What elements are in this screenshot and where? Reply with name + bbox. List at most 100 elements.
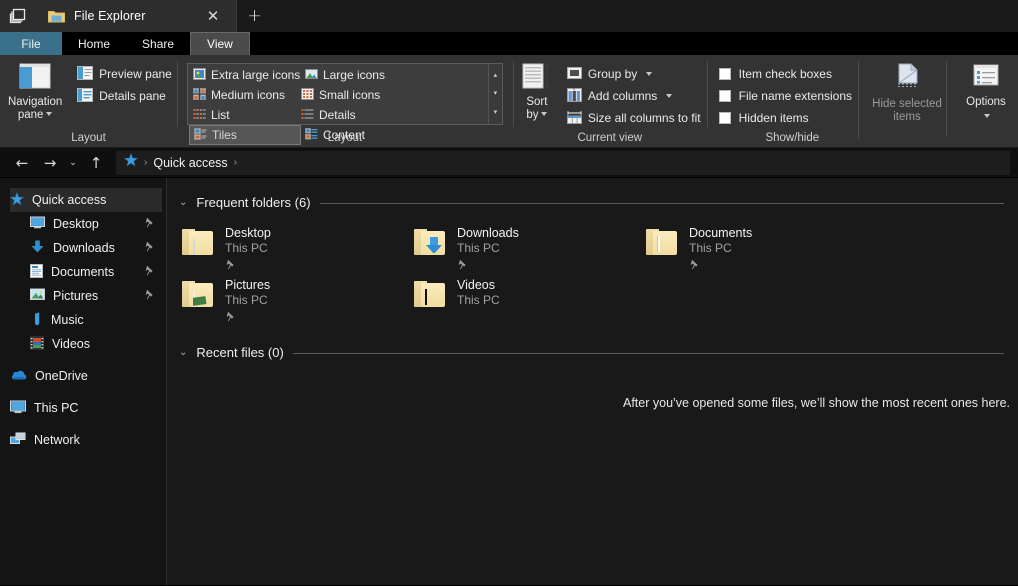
group-header-recent-files[interactable]: ⌄ Recent files (0) [167, 324, 1018, 360]
new-tab-button[interactable]: + [236, 0, 272, 32]
sidebar-item-downloads[interactable]: Downloads [10, 236, 162, 260]
sidebar-item-music[interactable]: Music [10, 308, 162, 332]
tabs-icon [9, 8, 26, 24]
tile-name: Documents [689, 226, 753, 240]
group-header-frequent-folders[interactable]: ⌄ Frequent folders (6) [167, 178, 1018, 212]
pin-icon[interactable] [689, 257, 752, 275]
small-icons-icon [300, 87, 314, 103]
back-button[interactable]: ← [8, 150, 36, 176]
tile-downloads[interactable]: Downloads This PC [407, 220, 639, 272]
add-columns-icon [566, 87, 582, 105]
pin-icon[interactable] [225, 309, 270, 327]
title-bar: File Explorer ✕ + [0, 0, 1018, 32]
details-pane-button[interactable]: Details pane [71, 85, 178, 107]
sidebar-item-label: This PC [34, 401, 79, 415]
file-list-pane[interactable]: ⌄ Frequent folders (6) Desktop This PC D… [167, 178, 1018, 585]
up-button[interactable]: ↑ [82, 150, 110, 176]
size-all-columns-button[interactable]: Size all columns to fit [561, 107, 707, 129]
sidebar-item-desktop[interactable]: Desktop [10, 212, 162, 236]
add-columns-button[interactable]: Add columns [561, 85, 707, 107]
sidebar-item-onedrive[interactable]: OneDrive [10, 364, 162, 388]
address-bar[interactable]: › Quick access › [116, 150, 1010, 175]
chevron-down-icon[interactable] [984, 113, 991, 118]
add-columns-label: Add columns [587, 89, 658, 103]
chevron-down-icon[interactable] [666, 94, 673, 98]
layout-medium-icons[interactable]: Medium icons [189, 85, 297, 105]
tile-pictures[interactable]: Pictures This PC [175, 272, 407, 324]
chevron-down-icon[interactable] [46, 111, 53, 116]
item-check-boxes-option[interactable]: Item check boxes [713, 63, 858, 85]
file-name-extensions-option[interactable]: File name extensions [713, 85, 858, 107]
tile-subtitle: This PC [457, 293, 500, 307]
sidebar-item-documents[interactable]: Documents [10, 260, 162, 284]
tab-view[interactable]: View [190, 32, 250, 55]
group-label-show-hide: Show/hide [765, 132, 820, 144]
gallery-more-icon[interactable]: ▾ [494, 109, 498, 116]
documents-icon [30, 263, 43, 281]
group-by-button[interactable]: Group by [561, 63, 707, 85]
checkbox-icon[interactable] [718, 68, 731, 80]
sidebar-item-this-pc[interactable]: This PC [10, 396, 162, 420]
sidebar-item-quick-access[interactable]: Quick access [9, 188, 162, 212]
layout-small-icons[interactable]: Small icons [297, 85, 409, 105]
recent-files-empty-message: After you’ve opened some files, we’ll sh… [623, 396, 1011, 410]
quick-access-star-icon [123, 152, 139, 172]
recent-locations-button[interactable]: ⌄ [64, 150, 82, 176]
close-icon[interactable]: ✕ [200, 3, 226, 29]
hidden-items-option[interactable]: Hidden items [713, 107, 858, 129]
pin-icon[interactable] [144, 241, 154, 255]
tile-desktop[interactable]: Desktop This PC [175, 220, 407, 272]
layout-list[interactable]: List [189, 105, 297, 125]
forward-button[interactable]: → [36, 150, 64, 176]
tab-file[interactable]: File [0, 32, 62, 55]
tile-name: Pictures [225, 278, 271, 292]
tile-subtitle: This PC [457, 241, 500, 255]
gallery-scroll-up-icon[interactable]: ▴ [494, 72, 498, 79]
folder-videos-icon [413, 279, 447, 313]
layout-large-icons[interactable]: Large icons [301, 65, 409, 85]
sort-by-button[interactable]: Sort by [513, 59, 561, 121]
large-icons-icon [304, 68, 318, 83]
sidebar-item-network[interactable]: Network [10, 428, 162, 452]
tile-documents[interactable]: Documents This PC [639, 220, 871, 272]
hidden-items-label: Hidden items [738, 111, 809, 125]
onedrive-cloud-icon [10, 369, 27, 384]
hide-selected-items-icon [892, 63, 922, 96]
tab-share[interactable]: Share [126, 32, 190, 55]
window-switcher-icon[interactable] [0, 0, 36, 32]
navigation-pane-button[interactable]: Navigation pane [0, 59, 71, 121]
breadcrumb-separator: › [144, 157, 148, 168]
preview-pane-button[interactable]: Preview pane [71, 63, 178, 85]
tile-name: Videos [457, 278, 495, 292]
sidebar-item-videos[interactable]: Videos [10, 332, 162, 356]
explorer-tab[interactable]: File Explorer ✕ [36, 0, 236, 32]
chevron-down-icon[interactable] [646, 72, 653, 76]
checkbox-icon[interactable] [718, 90, 731, 102]
tile-videos[interactable]: Videos This PC [407, 272, 639, 324]
hide-selected-items-button[interactable]: Hide selected items [868, 59, 946, 123]
breadcrumb-separator[interactable]: › [234, 157, 237, 168]
sidebar-item-label: Videos [52, 337, 90, 351]
pin-icon[interactable] [144, 265, 154, 279]
hide-selected-items-label: Hide selected items [872, 98, 942, 123]
sidebar-item-pictures[interactable]: Pictures [10, 284, 162, 308]
chevron-down-icon[interactable]: ⌄ [179, 347, 187, 358]
tab-home[interactable]: Home [62, 32, 126, 55]
breadcrumb-quick-access[interactable]: Quick access [153, 156, 227, 170]
group-label-panes: Layout [71, 132, 106, 144]
item-check-boxes-label: Item check boxes [738, 67, 832, 81]
layout-details[interactable]: Details [297, 105, 405, 125]
options-button[interactable]: Options [954, 59, 1018, 121]
pin-icon[interactable] [144, 289, 154, 303]
layout-extra-large-icons[interactable]: Extra large icons [189, 65, 301, 85]
chevron-down-icon[interactable]: ⌄ [179, 197, 187, 208]
gallery-scroll-down-icon[interactable]: ▾ [494, 90, 498, 97]
chevron-down-icon[interactable] [541, 111, 548, 116]
layout-gallery[interactable]: Extra large icons Large icons Medium ico… [186, 63, 503, 145]
gallery-scroll[interactable]: ▴ ▾ ▾ [487, 64, 502, 124]
pin-icon[interactable] [144, 217, 154, 231]
preview-pane-label: Preview pane [99, 67, 172, 81]
group-divider [319, 202, 1004, 204]
navigation-pane: Quick access Desktop Downloads Documents… [0, 178, 167, 585]
checkbox-icon[interactable] [718, 112, 731, 124]
